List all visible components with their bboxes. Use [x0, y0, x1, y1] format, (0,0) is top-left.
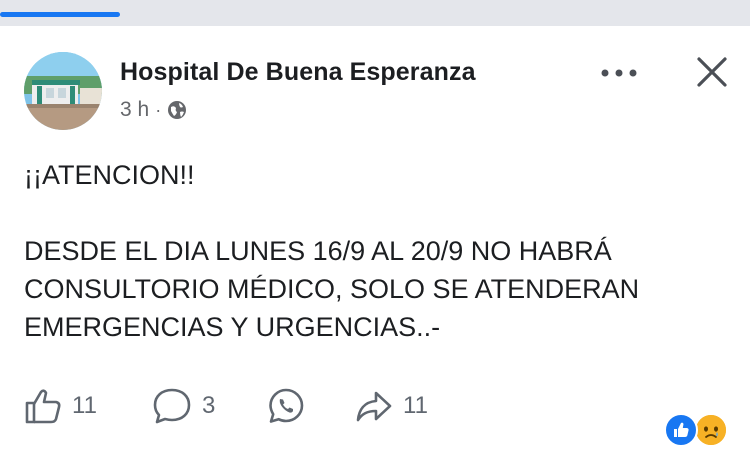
globe-icon — [167, 100, 187, 120]
meta-separator: · — [155, 99, 162, 120]
post-time[interactable]: 3 h — [120, 98, 149, 122]
like-count: 11 — [72, 392, 97, 419]
comment-button[interactable]: 3 — [152, 386, 267, 426]
post-card: Hospital De Buena Esperanza 3 h · ¡¡ATEN… — [0, 26, 750, 450]
post-text-line: CONSULTORIO MÉDICO, SOLO SE ATENDERAN — [24, 274, 640, 304]
comment-icon — [152, 387, 192, 425]
post-meta: 3 h · — [120, 98, 187, 122]
share-count: 11 — [403, 392, 428, 419]
active-tab-indicator — [0, 12, 120, 17]
post-text-line: EMERGENCIAS Y URGENCIAS..- — [24, 312, 441, 342]
page-name[interactable]: Hospital De Buena Esperanza — [120, 58, 476, 87]
post-text-line: DESDE EL DIA LUNES 16/9 AL 20/9 NO HABRÁ — [24, 236, 612, 266]
comment-count: 3 — [202, 392, 216, 419]
close-icon — [697, 57, 727, 87]
post-actions: 11 3 11 — [24, 386, 455, 426]
whatsapp-icon — [267, 387, 305, 425]
close-button[interactable] — [690, 50, 734, 94]
post-text-line: ¡¡ATENCION!! — [24, 160, 195, 190]
like-button[interactable]: 11 — [24, 386, 152, 426]
whatsapp-share-button[interactable] — [267, 386, 355, 426]
post-text-blank-line — [24, 194, 724, 232]
share-button[interactable]: 11 — [355, 386, 455, 426]
ellipsis-icon — [601, 69, 637, 77]
more-options-button[interactable] — [596, 56, 642, 90]
reactions-summary[interactable] — [664, 413, 728, 447]
page-avatar[interactable] — [24, 52, 102, 130]
thumbs-up-icon — [24, 387, 62, 425]
sad-reaction-icon — [694, 413, 728, 447]
share-arrow-icon — [355, 387, 393, 425]
hospital-photo — [24, 52, 102, 130]
top-strip — [0, 0, 750, 26]
post-text: ¡¡ATENCION!! DESDE EL DIA LUNES 16/9 AL … — [24, 156, 724, 346]
like-reaction-icon — [664, 413, 698, 447]
